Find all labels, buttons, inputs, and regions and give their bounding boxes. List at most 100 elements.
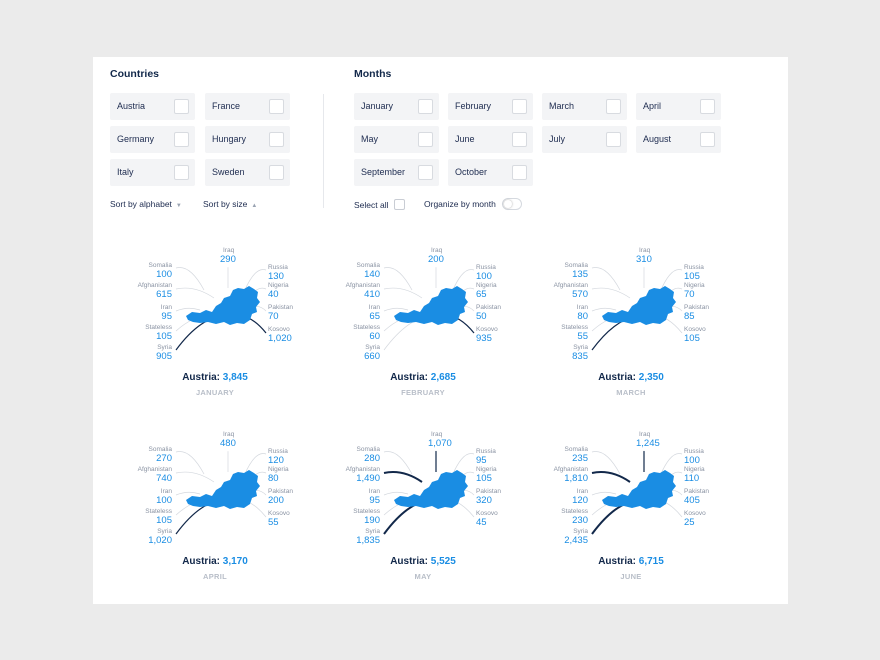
origin-value: 95 xyxy=(369,495,380,506)
origin-value: 200 xyxy=(268,495,284,506)
origin-label: Pakistan xyxy=(684,488,709,495)
origin-label: Iraq xyxy=(431,247,443,254)
origin-label: Syria xyxy=(573,344,588,351)
origin-value: 310 xyxy=(636,254,652,265)
caret-up-icon: ▲ xyxy=(251,203,258,209)
origin-label: Somalia xyxy=(564,446,588,453)
origin-label: Nigeria xyxy=(684,466,705,473)
origin-label: Somalia xyxy=(148,446,172,453)
sort-by-size[interactable]: Sort by size ▲ xyxy=(203,199,257,209)
chart-total: Austria: 6,715 xyxy=(536,556,726,567)
origin-value: 1,020 xyxy=(268,333,292,344)
select-all[interactable]: Select all xyxy=(354,199,405,210)
sort-size-label: Sort by size xyxy=(203,199,248,209)
month-checkbox[interactable] xyxy=(512,99,527,114)
country-option-italy[interactable]: Italy xyxy=(110,159,195,186)
country-option-sweden[interactable]: Sweden xyxy=(205,159,290,186)
flow-line-somalia xyxy=(591,267,621,291)
origin-label: Stateless xyxy=(353,508,380,515)
sort-by-alphabet[interactable]: Sort by alphabet ▼ xyxy=(110,199,182,209)
month-checkbox[interactable] xyxy=(418,165,433,180)
origin-label: Iraq xyxy=(223,431,235,438)
country-checkbox[interactable] xyxy=(174,132,189,147)
country-map-shape xyxy=(394,286,468,325)
origin-value: 235 xyxy=(572,453,588,464)
month-checkbox[interactable] xyxy=(606,132,621,147)
month-option-january[interactable]: January xyxy=(354,93,439,120)
country-checkbox[interactable] xyxy=(174,99,189,114)
month-option-february[interactable]: February xyxy=(448,93,533,120)
total-value: 3,845 xyxy=(222,372,248,383)
origin-label: Iraq xyxy=(639,431,651,438)
month-option-october[interactable]: October xyxy=(448,159,533,186)
origin-label: Stateless xyxy=(561,324,588,331)
month-option-june[interactable]: June xyxy=(448,126,533,153)
month-option-july[interactable]: July xyxy=(542,126,627,153)
origin-value: 2,435 xyxy=(564,535,588,546)
country-checkbox[interactable] xyxy=(174,165,189,180)
month-checkbox[interactable] xyxy=(606,99,621,114)
chart-total: Austria: 3,845 xyxy=(120,372,310,383)
origin-label: Stateless xyxy=(145,324,172,331)
total-label: Austria: xyxy=(182,556,223,567)
country-checkbox[interactable] xyxy=(269,132,284,147)
origin-label: Russia xyxy=(684,448,704,455)
flow-line-afghanistan xyxy=(591,287,631,299)
month-option-april[interactable]: April xyxy=(636,93,721,120)
country-option-france[interactable]: France xyxy=(205,93,290,120)
month-option-march[interactable]: March xyxy=(542,93,627,120)
month-label: May xyxy=(361,134,379,144)
origin-label: Nigeria xyxy=(476,466,497,473)
month-option-august[interactable]: August xyxy=(636,126,721,153)
country-checkbox[interactable] xyxy=(269,165,284,180)
sort-alphabet-label: Sort by alphabet xyxy=(110,199,172,209)
month-checkbox[interactable] xyxy=(512,132,527,147)
chart-month: APRIL xyxy=(203,572,227,581)
flow-line-somalia xyxy=(383,451,413,475)
origin-value: 615 xyxy=(156,289,172,300)
month-label: April xyxy=(643,101,662,111)
origin-value: 95 xyxy=(476,455,487,466)
origin-label: Afghanistan xyxy=(553,282,588,289)
country-label: Hungary xyxy=(212,134,247,144)
country-label: Sweden xyxy=(212,167,245,177)
origin-value: 230 xyxy=(572,515,588,526)
country-checkbox[interactable] xyxy=(269,99,284,114)
origin-value: 80 xyxy=(268,473,279,484)
origin-value: 410 xyxy=(364,289,380,300)
country-label: France xyxy=(212,101,241,111)
total-label: Austria: xyxy=(182,372,223,383)
country-map-shape xyxy=(602,470,676,509)
total-value: 6,715 xyxy=(638,556,664,567)
origin-value: 85 xyxy=(684,311,695,322)
month-checkbox[interactable] xyxy=(418,132,433,147)
chart-total: Austria: 3,170 xyxy=(120,556,310,567)
origin-value: 1,020 xyxy=(148,535,172,546)
origin-label: Somalia xyxy=(356,262,380,269)
country-option-germany[interactable]: Germany xyxy=(110,126,195,153)
flow-chart-february: Somalia 140 Afghanistan 410 Iran 65 Stateless 6… xyxy=(328,240,518,410)
origin-value: 60 xyxy=(369,331,380,342)
month-checkbox[interactable] xyxy=(418,99,433,114)
month-label: September xyxy=(361,167,406,177)
country-map-shape xyxy=(394,470,468,509)
country-option-hungary[interactable]: Hungary xyxy=(205,126,290,153)
origin-label: Iraq xyxy=(639,247,651,254)
month-checkbox[interactable] xyxy=(700,99,715,114)
chart-total: Austria: 2,685 xyxy=(328,372,518,383)
origin-label: Afghanistan xyxy=(137,282,172,289)
organize-by-month-toggle[interactable] xyxy=(502,198,522,210)
origin-value: 120 xyxy=(268,455,284,466)
flow-line-iran xyxy=(175,491,201,496)
chart-total: Austria: 2,350 xyxy=(536,372,726,383)
month-checkbox[interactable] xyxy=(700,132,715,147)
country-option-austria[interactable]: Austria xyxy=(110,93,195,120)
month-option-september[interactable]: September xyxy=(354,159,439,186)
select-all-checkbox[interactable] xyxy=(393,199,405,210)
origin-label: Russia xyxy=(476,264,496,271)
month-option-may[interactable]: May xyxy=(354,126,439,153)
select-all-label: Select all xyxy=(354,200,389,210)
origin-label: Syria xyxy=(157,528,172,535)
origin-value: 100 xyxy=(684,455,700,466)
month-checkbox[interactable] xyxy=(512,165,527,180)
